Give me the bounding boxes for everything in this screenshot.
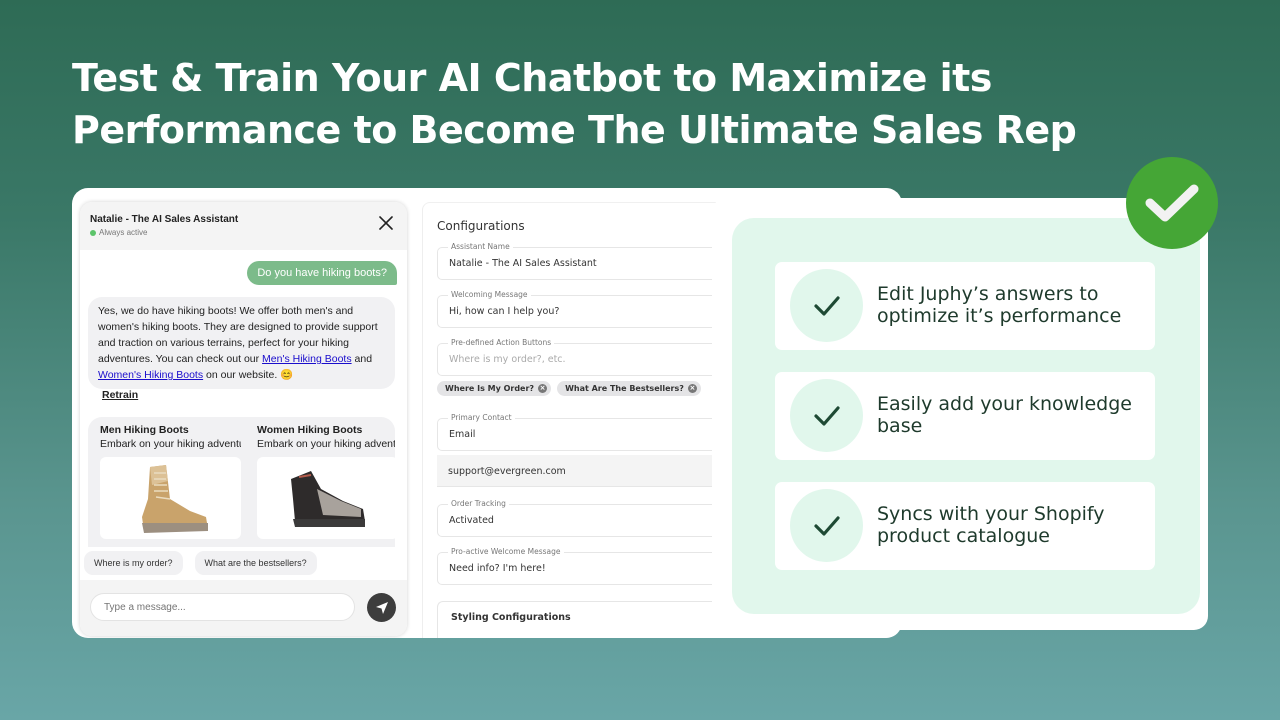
chat-widget: Natalie - The AI Sales Assistant Always … — [80, 202, 407, 636]
send-button[interactable] — [367, 593, 396, 622]
assistant-name-field[interactable]: Assistant Name Natalie - The AI Sales As… — [437, 242, 737, 280]
chat-header: Natalie - The AI Sales Assistant Always … — [80, 202, 407, 250]
field-label: Pre-defined Action Buttons — [448, 338, 555, 347]
bot-message-text: on our website. 😊 — [203, 369, 294, 381]
check-icon — [1145, 184, 1199, 222]
field-label: Pro-active Welcome Message — [448, 547, 564, 556]
check-icon — [790, 489, 863, 562]
check-icon — [790, 269, 863, 342]
feature-text: Easily add your knowledge base — [877, 393, 1132, 437]
product-description: Embark on your hiking adventures — [257, 438, 395, 450]
quick-reply-button[interactable]: Where is my order? — [84, 551, 183, 575]
chat-messages: Do you have hiking boots? Yes, we do hav… — [80, 250, 407, 580]
field-label: Assistant Name — [448, 242, 513, 251]
styling-title: Styling Configurations — [451, 612, 571, 623]
product-carousel[interactable]: Men Hiking Boots Embark on your hiking a… — [88, 417, 395, 547]
product-description: Embark on your hiking adventures — [100, 438, 241, 450]
chat-title: Natalie - The AI Sales Assistant — [90, 214, 239, 225]
remove-chip-icon[interactable]: × — [538, 384, 548, 393]
chip: Where Is My Order? × — [437, 381, 552, 396]
configurations-title: Configurations — [437, 219, 525, 233]
feature-text: Edit Juphy’s answers to optimize it’s pe… — [877, 283, 1122, 327]
action-buttons-field[interactable]: Pre-defined Action Buttons Where is my o… — [437, 338, 737, 376]
product-card[interactable]: Women Hiking Boots Embark on your hiking… — [257, 424, 395, 539]
user-message: Do you have hiking boots? — [247, 261, 397, 285]
contact-email-field[interactable]: support@evergreen.com — [437, 455, 737, 487]
message-input[interactable] — [90, 593, 355, 621]
welcoming-message-field[interactable]: Welcoming Message Hi, how can I help you… — [437, 290, 737, 328]
bot-message-text: and — [351, 353, 373, 365]
field-label: Order Tracking — [448, 499, 509, 508]
status-dot-icon — [90, 229, 96, 236]
field-placeholder: Where is my order?, etc. — [449, 354, 566, 365]
status-text: Always active — [99, 228, 148, 237]
styling-configurations-section[interactable]: Styling Configurations — [437, 601, 737, 638]
field-value: Hi, how can I help you? — [449, 306, 560, 317]
headline: Test & Train Your AI Chatbot to Maximize… — [72, 52, 1172, 156]
field-value: Natalie - The AI Sales Assistant — [449, 258, 597, 269]
field-label: Primary Contact — [448, 413, 515, 422]
chip-label: Where Is My Order? — [445, 384, 535, 393]
field-label: Welcoming Message — [448, 290, 531, 299]
feature-item: Easily add your knowledge base — [775, 372, 1155, 460]
product-image — [100, 457, 241, 539]
retrain-button[interactable]: Retrain — [102, 389, 138, 401]
field-value: Email — [449, 429, 476, 440]
close-icon — [379, 216, 393, 230]
field-value: Activated — [449, 515, 494, 526]
field-value: Need info? I'm here! — [449, 563, 546, 574]
check-icon — [790, 379, 863, 452]
headline-line-2: Performance to Become The Ultimate Sales… — [72, 108, 1077, 152]
quick-reply-button[interactable]: What are the bestsellers? — [194, 551, 317, 575]
tan-hiking-boot-icon — [142, 465, 208, 533]
feature-item: Syncs with your Shopify product catalogu… — [775, 482, 1155, 570]
action-button-chips: Where Is My Order? × What Are The Bestse… — [437, 381, 701, 396]
features-panel: Edit Juphy’s answers to optimize it’s pe… — [732, 218, 1200, 614]
quick-replies: Where is my order? What are the bestsell… — [84, 551, 317, 575]
features-card: Edit Juphy’s answers to optimize it’s pe… — [712, 198, 1208, 630]
chip-label: What Are The Bestsellers? — [565, 384, 684, 393]
remove-chip-icon[interactable]: × — [687, 384, 697, 393]
chip: What Are The Bestsellers? × — [557, 381, 701, 396]
product-title: Men Hiking Boots — [100, 424, 189, 436]
primary-contact-select[interactable]: Primary Contact Email — [437, 413, 737, 451]
headline-line-1: Test & Train Your AI Chatbot to Maximize… — [72, 56, 992, 100]
mens-boots-link[interactable]: Men's Hiking Boots — [262, 353, 352, 365]
feature-item: Edit Juphy’s answers to optimize it’s pe… — [775, 262, 1155, 350]
bot-message: Yes, we do have hiking boots! We offer b… — [88, 297, 395, 389]
order-tracking-select[interactable]: Order Tracking Activated — [437, 499, 737, 537]
product-image — [257, 457, 395, 539]
proactive-message-field[interactable]: Pro-active Welcome Message Need info? I'… — [437, 547, 737, 585]
field-value: support@evergreen.com — [448, 466, 566, 477]
product-card[interactable]: Men Hiking Boots Embark on your hiking a… — [100, 424, 250, 539]
feature-text: Syncs with your Shopify product catalogu… — [877, 503, 1105, 547]
product-title: Women Hiking Boots — [257, 424, 363, 436]
close-button[interactable] — [379, 216, 393, 230]
success-check-badge — [1126, 157, 1218, 249]
send-icon — [375, 601, 388, 614]
dark-hiking-boot-icon — [291, 471, 365, 527]
chat-footer — [80, 580, 407, 636]
womens-boots-link[interactable]: Women's Hiking Boots — [98, 369, 203, 381]
chat-status: Always active — [90, 228, 407, 237]
